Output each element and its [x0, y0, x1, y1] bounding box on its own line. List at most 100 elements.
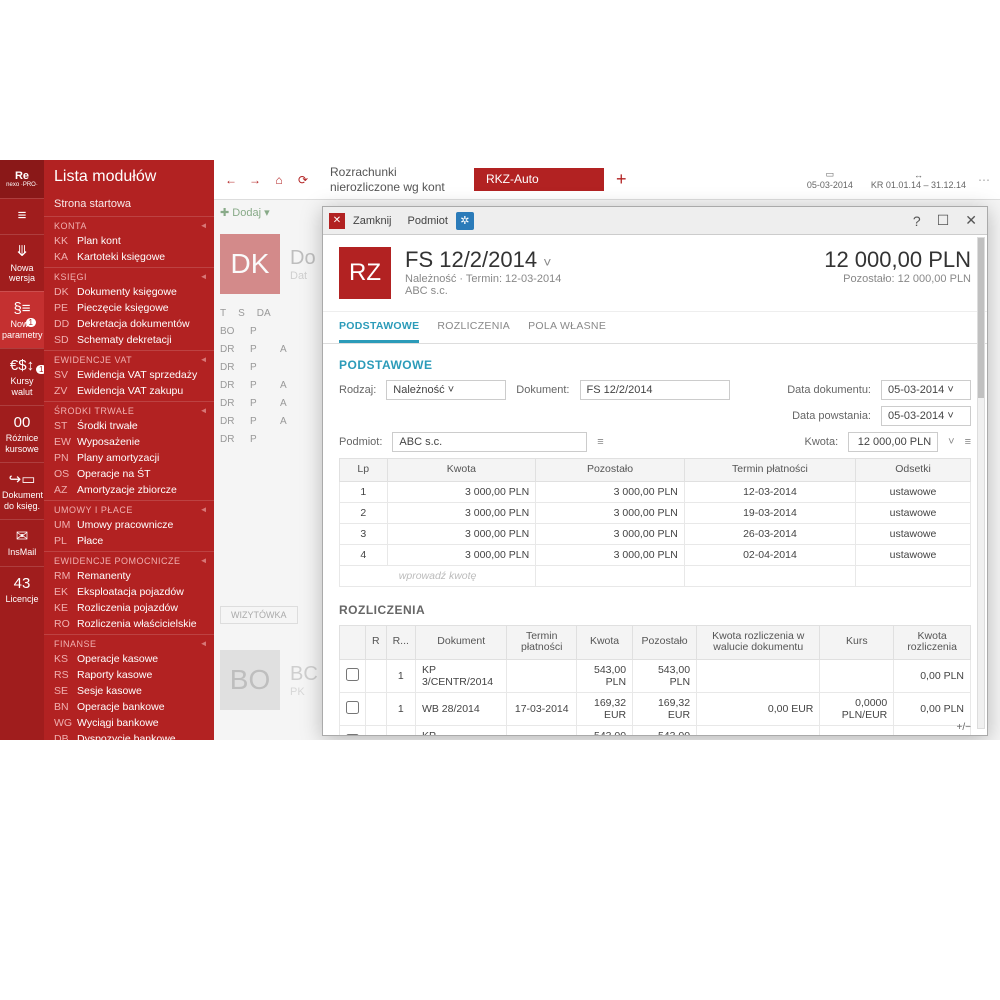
dialog-scrollbar[interactable] [977, 237, 985, 729]
table-row[interactable]: 1WB 28/201417-03-2014169,32 EUR169,32 EU… [340, 692, 971, 725]
module-item[interactable]: SESesje kasowe [44, 683, 214, 699]
help-icon[interactable]: ? [909, 213, 925, 229]
tab-podstawowe[interactable]: PODSTAWOWE [339, 312, 419, 343]
gear-icon[interactable]: ✲ [456, 212, 474, 230]
kwota-menu-icon[interactable]: ≡ [965, 436, 971, 448]
nav-back-icon[interactable]: ← [222, 173, 240, 187]
module-item[interactable]: SDSchematy dekretacji [44, 332, 214, 348]
more-icon[interactable]: ⋯ [978, 173, 992, 187]
module-item[interactable]: PNPlany amortyzacji [44, 450, 214, 466]
nav-fwd-icon[interactable]: → [246, 173, 264, 187]
nav-refresh-icon[interactable]: ⟳ [294, 173, 312, 187]
module-item[interactable]: BNOperacje bankowe [44, 699, 214, 715]
kwota-label: Kwota: [805, 436, 839, 448]
table-row[interactable]: 33 000,00 PLN3 000,00 PLN26-03-2014ustaw… [340, 523, 971, 544]
start-page-link[interactable]: Strona startowa [44, 194, 214, 214]
rodzaj-label: Rodzaj: [339, 384, 376, 396]
kwota-input[interactable]: 12 000,00 PLN [848, 432, 938, 452]
section-podstawowe-title: PODSTAWOWE [339, 358, 971, 372]
tab-pola-wlasne[interactable]: POLA WŁASNE [528, 312, 606, 343]
module-item[interactable]: RORozliczenia właścicielskie [44, 616, 214, 632]
module-group[interactable]: EWIDENCJE POMOCNICZE [44, 551, 214, 568]
dialog-close-icon[interactable]: ✕ [961, 212, 981, 229]
module-item[interactable]: ZVEwidencja VAT zakupu [44, 383, 214, 399]
module-item[interactable]: KKPlan kont [44, 233, 214, 249]
module-item[interactable]: PEPieczęcie księgowe [44, 300, 214, 316]
module-item[interactable]: AZAmortyzacje zbiorcze [44, 482, 214, 498]
module-item[interactable]: UMUmowy pracownicze [44, 517, 214, 533]
close-icon[interactable]: ✕ [329, 213, 345, 229]
podmiot-menu-icon[interactable]: ≡ [597, 436, 603, 448]
rail-item[interactable]: §≡Nowe parametry1 [0, 291, 44, 348]
module-item[interactable]: PLPłace [44, 533, 214, 549]
table-row[interactable]: 1KP 3/CENTR/2014543,00 PLN543,00 PLN0,00… [340, 659, 971, 692]
date-control-2[interactable]: ↔KR 01.01.14 – 31.12.14 [865, 170, 972, 190]
module-group[interactable]: KSIĘGI [44, 267, 214, 284]
module-item[interactable]: EWWyposażenie [44, 434, 214, 450]
module-item[interactable]: OSOperacje na ŚT [44, 466, 214, 482]
module-item[interactable]: RMRemanenty [44, 568, 214, 584]
tab-rozrachunki[interactable]: Rozrachunki nierozliczone wg kont [318, 161, 468, 198]
bg-bo-tile: BO BCPK [220, 650, 318, 710]
tab-rozliczenia[interactable]: ROZLICZENIA [437, 312, 510, 343]
module-item[interactable]: EKEksploatacja pojazdów [44, 584, 214, 600]
data-dok-label: Data dokumentu: [787, 384, 871, 396]
podmiot-field-label: Podmiot: [339, 436, 382, 448]
row-checkbox[interactable] [346, 701, 359, 714]
rail-item[interactable]: ↪▭Dokument do księg.1 [0, 462, 44, 519]
module-item[interactable]: KAKartoteki księgowe [44, 249, 214, 265]
module-item[interactable]: WGWyciągi bankowe [44, 715, 214, 731]
nav-home-icon[interactable]: ⌂ [270, 173, 288, 187]
data-pow-input[interactable]: 05-03-2014 [881, 406, 971, 426]
chevron-down-icon: ˅ [543, 254, 551, 270]
module-item[interactable]: DBDyspozycje bankowe [44, 731, 214, 740]
dialog-body: PODSTAWOWE Rodzaj: Należność Dokument: F… [323, 344, 987, 735]
module-group[interactable]: EWIDENCJE VAT [44, 350, 214, 367]
close-label[interactable]: Zamknij [353, 215, 392, 227]
plus-minus-control[interactable]: +/− [957, 722, 971, 733]
doc-title[interactable]: FS 12/2/2014 ˅ [405, 247, 561, 273]
rail-item[interactable]: 00Różnice kursowe [0, 405, 44, 462]
table-row[interactable]: 43 000,00 PLN3 000,00 PLN02-04-2014ustaw… [340, 544, 971, 565]
module-item[interactable]: DDDekretacja dokumentów [44, 316, 214, 332]
rail-item[interactable]: ⤋Nowa wersja [0, 234, 44, 291]
dialog-header: ✕ Zamknij Podmiot ✲ ? ☐ ✕ [323, 207, 987, 235]
module-group[interactable]: ŚRODKI TRWAŁE [44, 401, 214, 418]
dokument-input[interactable]: FS 12/2/2014 [580, 380, 730, 400]
data-pow-label: Data powstania: [792, 410, 871, 422]
rail-hamburger[interactable]: ≡ [0, 198, 44, 234]
module-group[interactable]: FINANSE [44, 634, 214, 651]
tab-rkz-auto[interactable]: RKZ-Auto [474, 168, 604, 190]
rodzaj-select[interactable]: Należność [386, 380, 506, 400]
table-row[interactable]: 23 000,00 PLN3 000,00 PLN19-03-2014ustaw… [340, 502, 971, 523]
module-item[interactable]: STŚrodki trwałe [44, 418, 214, 434]
podmiot-input[interactable]: ABC s.c. [392, 432, 587, 452]
installments-table: LpKwotaPozostałoTermin płatnościOdsetki … [339, 458, 971, 587]
rail-item[interactable]: ✉InsMail [0, 519, 44, 566]
dialog-tabs: PODSTAWOWE ROZLICZENIA POLA WŁASNE [323, 312, 987, 344]
module-item[interactable]: RSRaporty kasowe [44, 667, 214, 683]
rail-item[interactable]: €$↕Kursy walut1 [0, 348, 44, 405]
module-item[interactable]: KERozliczenia pojazdów [44, 600, 214, 616]
tab-add-icon[interactable]: + [610, 169, 633, 190]
module-item[interactable]: SVEwidencja VAT sprzedaży [44, 367, 214, 383]
module-item[interactable]: KSOperacje kasowe [44, 651, 214, 667]
podmiot-label[interactable]: Podmiot [408, 215, 448, 227]
rail-item[interactable]: 43Licencje [0, 566, 44, 613]
add-button[interactable]: Dodaj [232, 207, 261, 219]
module-item[interactable]: DKDokumenty księgowe [44, 284, 214, 300]
maximize-icon[interactable]: ☐ [933, 212, 954, 229]
date-control-1[interactable]: ▭05-03-2014 [801, 169, 859, 190]
kwota-dropdown-icon[interactable]: ˅ [948, 436, 954, 448]
table-row[interactable]: 2KP 3/CENTR/2014543,00 PLN543,00 PLN0,00… [340, 725, 971, 735]
doc-subtitle-1: Należność · Termin: 12-03-2014 [405, 273, 561, 285]
row-checkbox[interactable] [346, 668, 359, 681]
module-list: Lista modułów Strona startowa KONTAKKPla… [44, 160, 214, 740]
app-window: Renexo ·PRO· ≡ ⤋Nowa wersja§≡Nowe parame… [0, 160, 1000, 740]
data-dok-input[interactable]: 05-03-2014 [881, 380, 971, 400]
module-group[interactable]: KONTA [44, 216, 214, 233]
dialog-title-area: RZ FS 12/2/2014 ˅ Należność · Termin: 12… [323, 235, 987, 312]
table-row[interactable]: 13 000,00 PLN3 000,00 PLN12-03-2014ustaw… [340, 481, 971, 502]
module-group[interactable]: UMOWY I PŁACE [44, 500, 214, 517]
row-checkbox[interactable] [346, 734, 359, 735]
